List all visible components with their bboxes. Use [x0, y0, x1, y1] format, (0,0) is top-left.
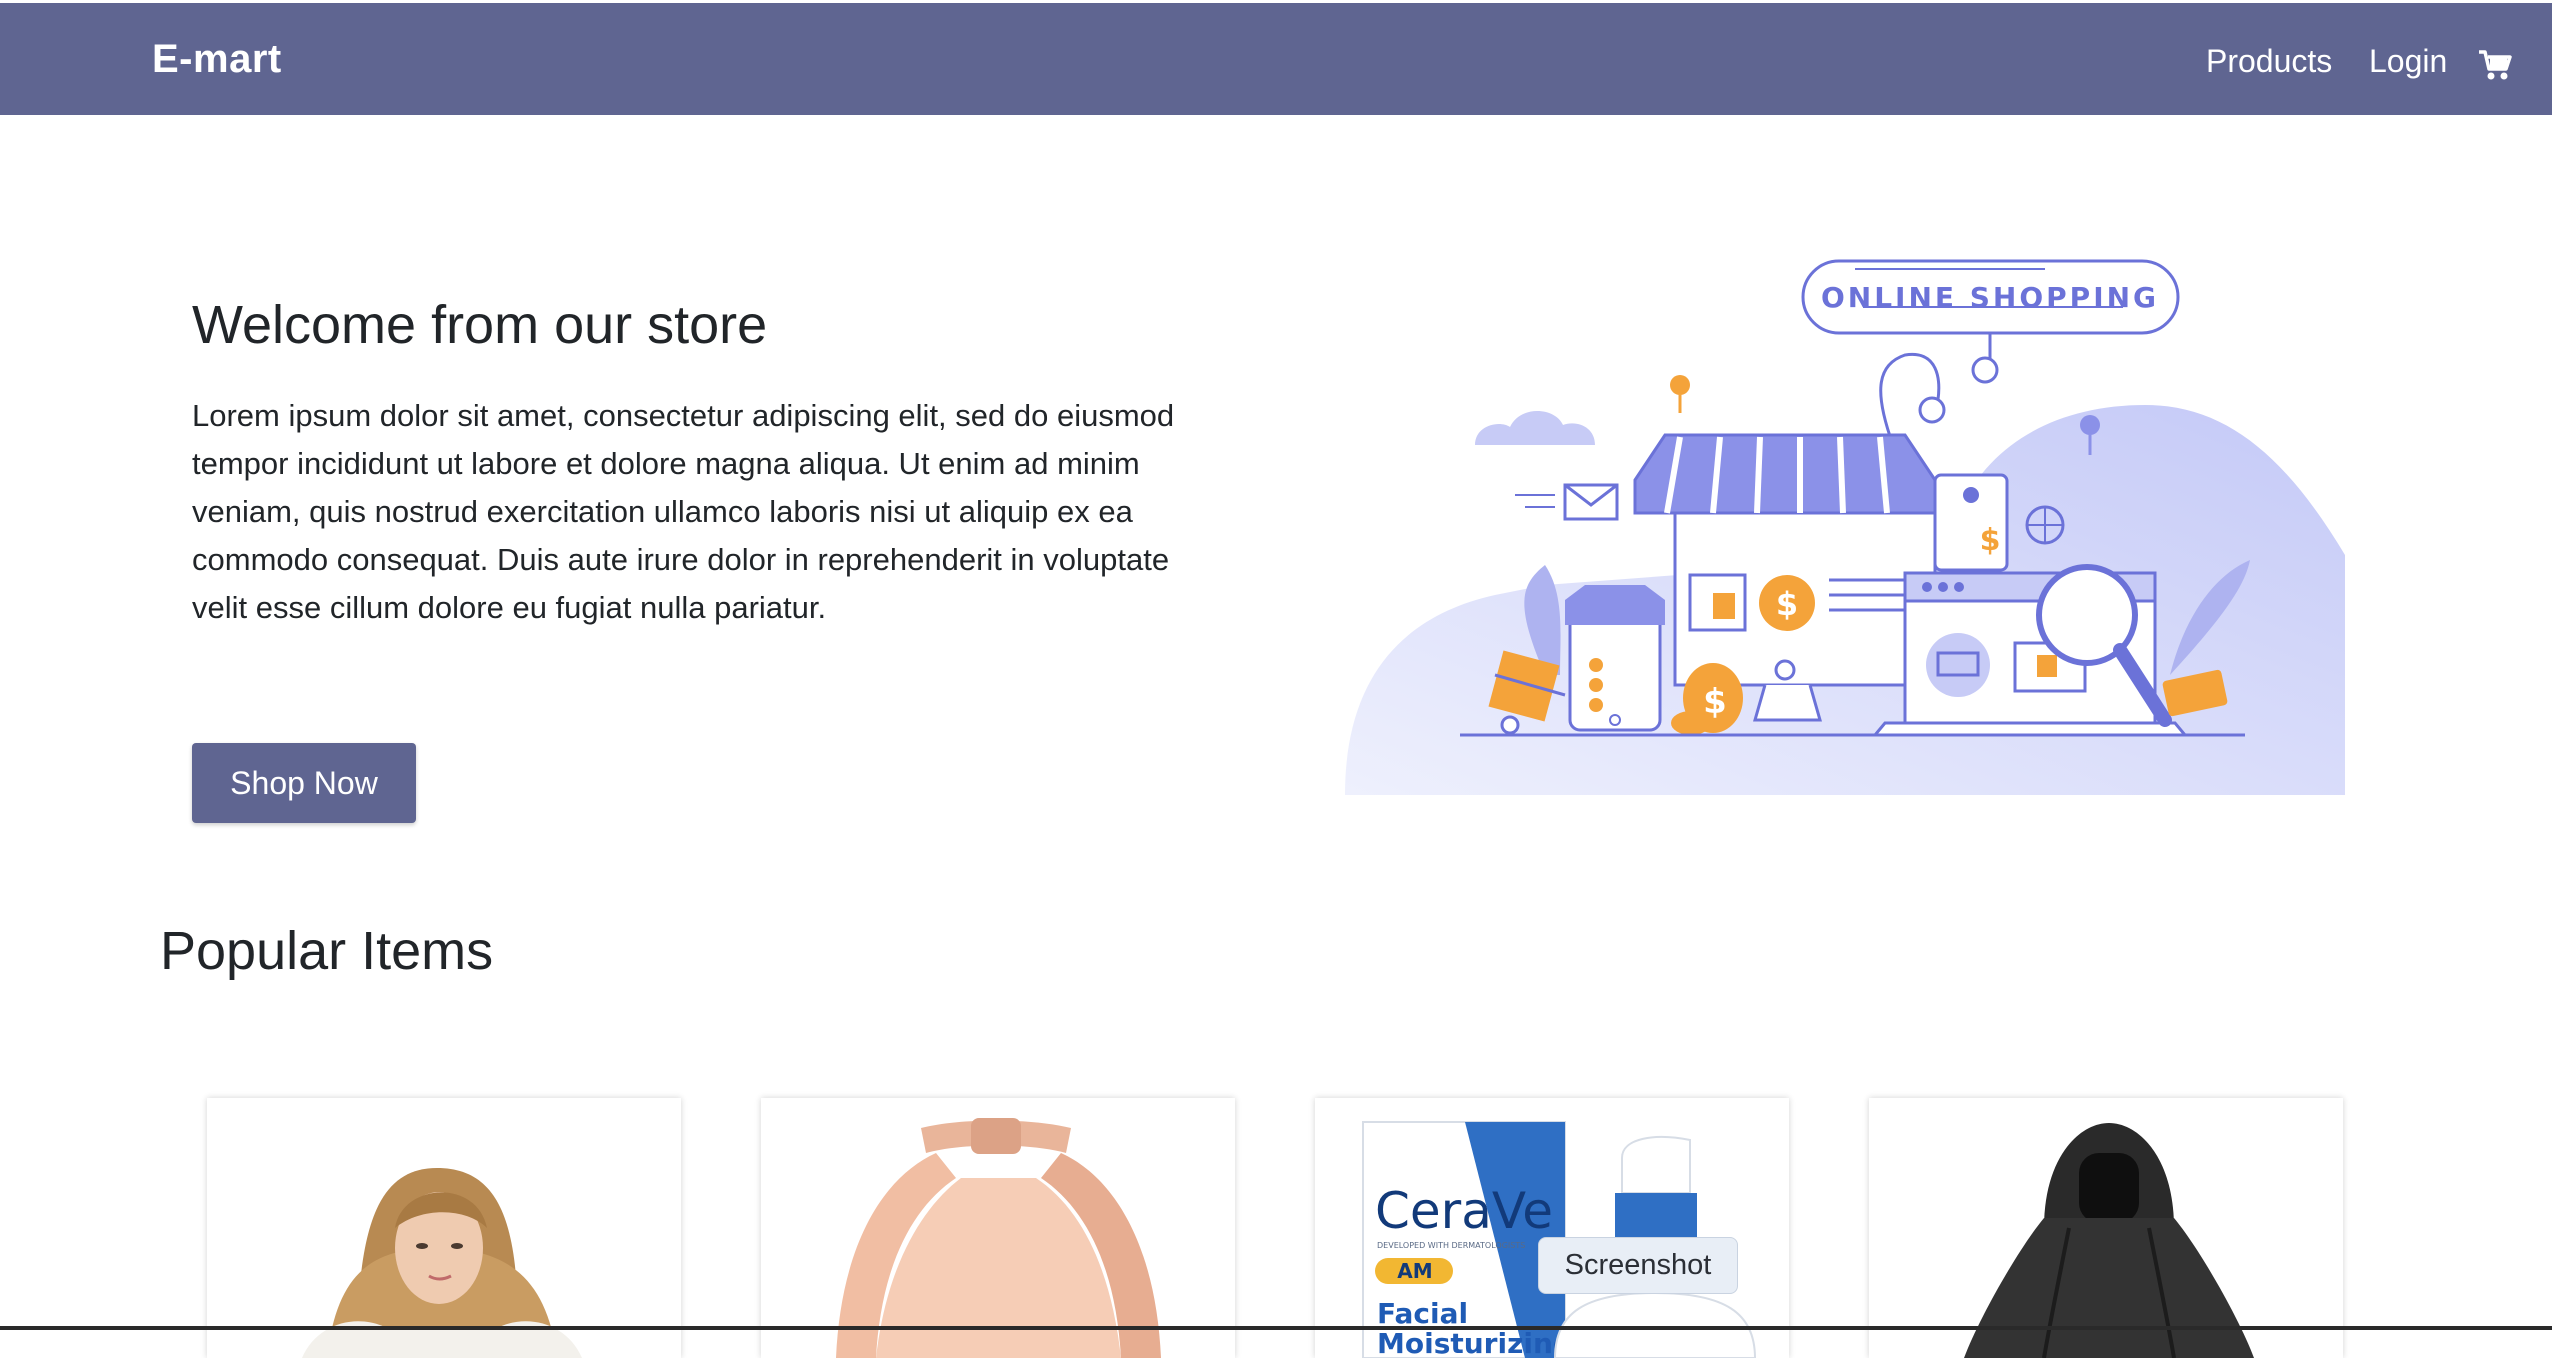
- window-bottom-edge: [0, 1326, 2552, 1330]
- popular-items-title: Popular Items: [160, 921, 494, 981]
- screenshot-tooltip: Screenshot: [1538, 1237, 1738, 1294]
- product-image-woman: [302, 1168, 582, 1358]
- online-shopping-label: ONLINE SHOPPING: [1821, 281, 2159, 314]
- svg-text:$: $: [1980, 523, 2001, 558]
- svg-text:Moisturizing: Moisturizing: [1377, 1327, 1573, 1358]
- online-shopping-illustration: ONLINE SHOPPING $ $ $: [1345, 255, 2345, 795]
- brand-logo[interactable]: E-mart: [152, 37, 282, 82]
- cart-icon[interactable]: [2478, 49, 2512, 81]
- svg-text:AM: AM: [1397, 1259, 1432, 1283]
- product-image-cerave: CeraVe DEVELOPED WITH DERMATOLOGISTS AM …: [1362, 1121, 1757, 1358]
- nav-login-link[interactable]: Login: [2369, 43, 2447, 80]
- product-card[interactable]: CeraVe DEVELOPED WITH DERMATOLOGISTS AM …: [1315, 1098, 1789, 1358]
- nav-products-link[interactable]: Products: [2206, 43, 2332, 80]
- svg-text:CeraVe: CeraVe: [1375, 1182, 1553, 1240]
- hero-title: Welcome from our store: [192, 295, 768, 355]
- svg-text:$: $: [1776, 585, 1798, 623]
- product-card[interactable]: [1869, 1098, 2343, 1358]
- product-card[interactable]: [761, 1098, 1235, 1358]
- product-image-handbag: [836, 1118, 1161, 1358]
- product-image-poncho: [1964, 1123, 2254, 1358]
- online-shopping-sign-icon: ONLINE SHOPPING: [1801, 259, 2180, 335]
- hero-description: Lorem ipsum dolor sit amet, consectetur …: [192, 398, 1175, 625]
- navbar: E-mart Products Login: [0, 3, 2552, 115]
- shop-now-button[interactable]: Shop Now: [192, 743, 416, 823]
- product-card[interactable]: [207, 1098, 681, 1358]
- svg-text:DEVELOPED WITH DERMATOLOGISTS: DEVELOPED WITH DERMATOLOGISTS: [1377, 1241, 1525, 1250]
